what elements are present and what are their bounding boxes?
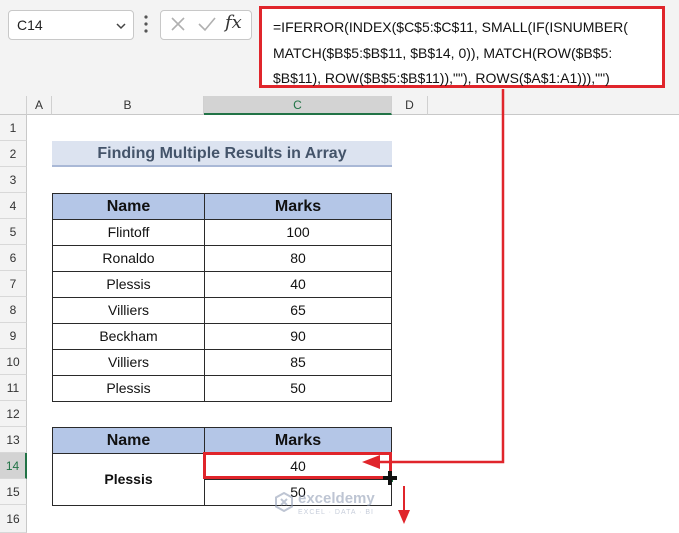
row-header-14[interactable]: 14	[0, 453, 27, 479]
row-header-16[interactable]: 16	[0, 505, 27, 533]
table1-name-cell[interactable]: Villiers	[52, 349, 205, 376]
row-header-1[interactable]: 1	[0, 115, 27, 141]
column-header-d[interactable]: D	[392, 96, 428, 115]
row-header-12[interactable]: 12	[0, 401, 27, 427]
column-header-b[interactable]: B	[52, 96, 204, 115]
fill-handle[interactable]	[388, 477, 393, 482]
row-header-4[interactable]: 4	[0, 193, 27, 219]
table1-header-name[interactable]: Name	[52, 193, 205, 220]
formula-text: =IFERROR(INDEX($C$5:$C$11, SMALL(IF(ISNU…	[273, 15, 669, 92]
column-header-a[interactable]: A	[27, 96, 52, 115]
formula-toolbar: C14 fx =IFERROR(INDEX($C$5:$C$11, SMALL(…	[0, 0, 679, 96]
row-header-6[interactable]: 6	[0, 245, 27, 271]
table1-marks-cell[interactable]: 80	[204, 245, 392, 272]
sheet-title[interactable]: Finding Multiple Results in Array	[52, 141, 392, 167]
table1-marks-cell[interactable]: 85	[204, 349, 392, 376]
name-box[interactable]: C14	[8, 10, 134, 40]
formula-line-3: $B$11), ROW($B$5:$B$11)),""), ROWS($A$1:…	[273, 70, 610, 86]
row-header-5[interactable]: 5	[0, 219, 27, 245]
name-box-value: C14	[17, 17, 43, 33]
more-options-icon[interactable]	[143, 12, 149, 41]
arrowhead-down-icon	[398, 510, 410, 524]
table1-name-cell[interactable]: Ronaldo	[52, 245, 205, 272]
formula-line-2: MATCH($B$5:$B$11, $B$14, 0)), MATCH(ROW(…	[273, 44, 613, 61]
row-header-7[interactable]: 7	[0, 271, 27, 297]
check-icon[interactable]	[197, 15, 217, 38]
watermark-tagline: EXCEL · DATA · BI	[298, 509, 374, 516]
column-header-c[interactable]: C	[204, 96, 392, 115]
row-header-13[interactable]: 13	[0, 427, 27, 453]
table1-name-cell[interactable]: Plessis	[52, 375, 205, 402]
table1-marks-cell[interactable]: 40	[204, 271, 392, 298]
table1-marks-cell[interactable]: 65	[204, 297, 392, 324]
formula-buttons: fx	[160, 10, 252, 40]
insert-function-icon[interactable]: fx	[225, 12, 242, 33]
active-cell-highlight	[203, 452, 392, 479]
row-header-8[interactable]: 8	[0, 297, 27, 323]
column-header-empty	[428, 96, 679, 115]
table1-name-cell[interactable]: Beckham	[52, 323, 205, 350]
row-header-2[interactable]: 2	[0, 141, 27, 167]
formula-input[interactable]: =IFERROR(INDEX($C$5:$C$11, SMALL(IF(ISNU…	[259, 6, 665, 88]
row-header-9[interactable]: 9	[0, 323, 27, 349]
row-header-3[interactable]: 3	[0, 167, 27, 193]
chevron-down-icon[interactable]	[115, 19, 127, 37]
cancel-icon[interactable]	[169, 15, 187, 38]
exceldemy-logo-icon	[275, 492, 293, 512]
row-header-11[interactable]: 11	[0, 375, 27, 401]
exceldemy-watermark: exceldemy EXCEL · DATA · BI	[268, 488, 398, 522]
formula-line-1: =IFERROR(INDEX($C$5:$C$11, SMALL(IF(ISNU…	[273, 19, 628, 35]
table1-marks-cell[interactable]: 90	[204, 323, 392, 350]
table1-marks-cell[interactable]: 100	[204, 219, 392, 246]
table2-header-marks[interactable]: Marks	[204, 427, 392, 454]
table1-marks-cell[interactable]: 50	[204, 375, 392, 402]
table1-name-cell[interactable]: Plessis	[52, 271, 205, 298]
watermark-name: exceldemy	[298, 490, 375, 507]
table1-header-marks[interactable]: Marks	[204, 193, 392, 220]
table1-name-cell[interactable]: Flintoff	[52, 219, 205, 246]
select-all-corner[interactable]	[0, 96, 27, 115]
table1-name-cell[interactable]: Villiers	[52, 297, 205, 324]
lookup-name-cell[interactable]: Plessis	[52, 453, 205, 506]
formula-pointer-arrow	[378, 89, 505, 464]
row-header-10[interactable]: 10	[0, 349, 27, 375]
table2-header-name[interactable]: Name	[52, 427, 205, 454]
row-header-15[interactable]: 15	[0, 479, 27, 505]
